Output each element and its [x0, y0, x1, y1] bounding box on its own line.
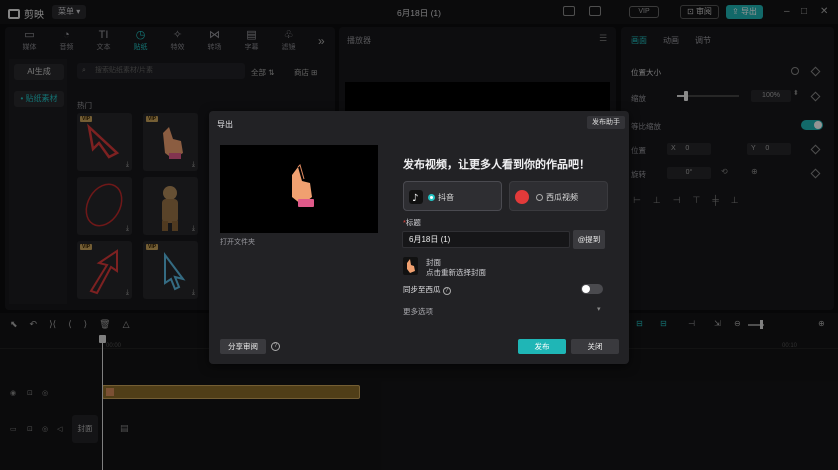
title-input[interactable]: 6月18日 (1)	[402, 231, 570, 248]
douyin-logo-icon: ♪	[409, 190, 423, 204]
cover-hint[interactable]: 点击重新选择封面	[426, 267, 486, 278]
export-preview	[220, 145, 378, 233]
cover-hand-icon	[407, 259, 415, 273]
sync-label-text: 同步至西瓜	[403, 285, 441, 294]
chevron-down-icon[interactable]: ▾	[597, 305, 601, 313]
sync-xigua-label: 同步至西瓜 ?	[403, 284, 451, 295]
douyin-radio[interactable]	[428, 194, 435, 201]
export-dialog: 导出 发布助手 打开文件夹 发布视频，让更多人看到你的作品吧！ ♪ 抖音 西瓜视…	[209, 111, 629, 364]
sync-help-icon[interactable]: ?	[442, 287, 451, 295]
share-review-button[interactable]: 分享审阅	[220, 339, 266, 354]
more-options[interactable]: 更多选项	[403, 306, 433, 317]
platform-douyin[interactable]: ♪ 抖音	[403, 181, 502, 211]
sync-xigua-toggle[interactable]	[581, 284, 603, 294]
xigua-logo-icon	[515, 190, 529, 204]
publish-button[interactable]: 发布	[518, 339, 566, 354]
mention-button[interactable]: @提到	[573, 230, 605, 249]
publish-headline: 发布视频，让更多人看到你的作品吧！	[403, 159, 590, 171]
title-label-text: 标题	[405, 218, 421, 227]
douyin-label: 抖音	[438, 193, 454, 202]
svg-text:♪: ♪	[412, 193, 418, 204]
dialog-title: 导出	[217, 120, 233, 129]
pointing-hand-sticker	[292, 164, 314, 207]
close-button[interactable]: 关闭	[571, 339, 619, 354]
xigua-radio[interactable]	[536, 194, 543, 201]
help-icon[interactable]: ?	[271, 342, 280, 351]
cover-thumbnail[interactable]	[403, 257, 418, 275]
open-folder-link[interactable]: 打开文件夹	[220, 237, 255, 247]
platform-xigua[interactable]: 西瓜视频	[509, 181, 608, 211]
xigua-label: 西瓜视频	[546, 193, 578, 202]
publish-assistant-button[interactable]: 发布助手	[587, 116, 625, 129]
title-field-label: *标题	[403, 217, 421, 228]
